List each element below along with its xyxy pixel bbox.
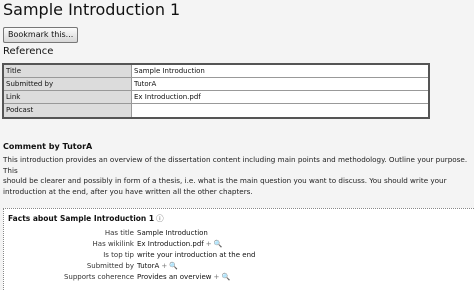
fact-value-text[interactable]: write your introduction at the end: [137, 251, 255, 259]
fact-row-supports-coherence: Supports coherence Provides an overview +…: [4, 272, 304, 283]
reference-table: Title Sample Introduction Submitted by T…: [2, 63, 430, 119]
search-plus-icon[interactable]: + 🔍: [161, 262, 178, 270]
fact-row-has-wikilink: Has wikilink Ex Introduction.pdf + 🔍: [4, 239, 304, 250]
reference-heading: Reference: [3, 46, 54, 57]
page-title: Sample Introduction 1: [3, 0, 181, 19]
reference-value: [132, 104, 428, 117]
reference-label: Title: [4, 65, 132, 77]
info-icon[interactable]: ⓘ: [156, 214, 164, 223]
reference-row-podcast: Podcast: [4, 104, 428, 117]
fact-value: TutorA + 🔍: [137, 261, 178, 272]
reference-row-submitted-by: Submitted by TutorA: [4, 78, 428, 91]
reference-label: Submitted by: [4, 78, 132, 90]
reference-link[interactable]: Ex Introduction.pdf: [132, 91, 428, 103]
fact-value-text[interactable]: Provides an overview: [137, 273, 212, 281]
comment-body: This introduction provides an overview o…: [3, 155, 468, 196]
fact-value: Ex Introduction.pdf + 🔍: [137, 239, 223, 250]
reference-row-title: Title Sample Introduction: [4, 65, 428, 78]
fact-value: Sample Introduction: [137, 228, 208, 239]
reference-label: Link: [4, 91, 132, 103]
facts-heading: Facts about Sample Introduction 1 ⓘ: [8, 213, 164, 224]
reference-value: TutorA: [134, 80, 157, 88]
fact-key: Is top tip: [103, 251, 134, 259]
fact-row-has-title: Has title Sample Introduction: [4, 228, 304, 239]
fact-value-text[interactable]: Sample Introduction: [137, 229, 208, 237]
reference-label: Podcast: [4, 104, 132, 117]
bookmark-button[interactable]: Bookmark this...: [3, 27, 79, 43]
facts-heading-text: Facts about Sample Introduction 1: [8, 214, 155, 223]
fact-value-text[interactable]: TutorA: [137, 262, 159, 270]
fact-key: Supports coherence: [63, 273, 134, 281]
comment-heading: Comment by TutorA: [3, 142, 93, 151]
reference-row-link: Link Ex Introduction.pdf: [4, 91, 428, 104]
fact-value: Provides an overview + 🔍: [137, 272, 230, 283]
fact-value-text[interactable]: Ex Introduction.pdf: [137, 240, 204, 248]
fact-value: write your introduction at the end: [137, 250, 255, 261]
search-plus-icon[interactable]: + 🔍: [206, 240, 223, 248]
fact-key: Has wikilink: [92, 240, 134, 248]
facts-box: Facts about Sample Introduction 1 ⓘ Has t…: [3, 208, 474, 290]
fact-key: Has title: [104, 229, 134, 237]
search-plus-icon[interactable]: + 🔍: [214, 273, 231, 281]
fact-row-is-top-tip: Is top tip write your introduction at th…: [4, 250, 304, 261]
fact-row-submitted-by: Submitted by TutorA + 🔍: [4, 261, 304, 272]
fact-key: Submitted by: [86, 262, 134, 270]
reference-value: Sample Introduction: [134, 67, 205, 75]
